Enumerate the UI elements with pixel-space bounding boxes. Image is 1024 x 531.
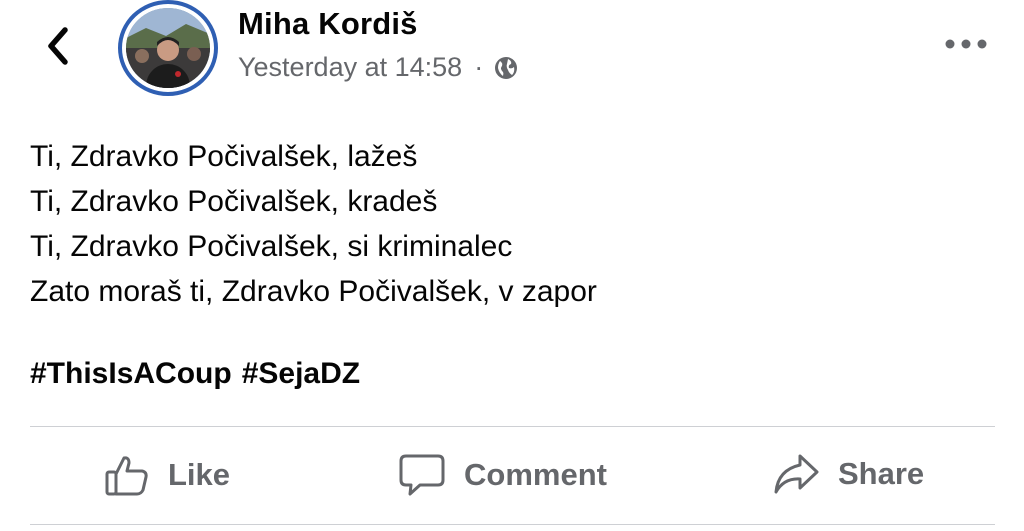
comment-button[interactable]: Comment: [398, 452, 607, 498]
post-text: Ti, Zdravko Počivalšek, lažeš Ti, Zdravk…: [30, 134, 990, 314]
avatar-photo: [126, 8, 210, 88]
hashtag-link[interactable]: #ThisIsACoup: [30, 357, 232, 391]
avatar[interactable]: [118, 0, 218, 96]
like-button[interactable]: Like: [104, 452, 230, 498]
like-label: Like: [168, 457, 231, 492]
share-button[interactable]: Share: [772, 452, 924, 496]
hashtag-link[interactable]: #SejaDZ: [242, 357, 360, 391]
meta-separator: ·: [474, 52, 484, 82]
back-button[interactable]: [38, 22, 78, 70]
comment-bubble-icon: [399, 454, 445, 496]
post-line: Zato moraš ti, Zdravko Počivalšek, v zap…: [30, 275, 597, 308]
hashtags: #ThisIsACoup #SejaDZ: [30, 357, 360, 391]
post-meta: Yesterday at 14:58 ·: [238, 52, 519, 83]
post-line: Ti, Zdravko Počivalšek, lažeš: [30, 140, 418, 173]
post-actions-bar: Like Comment Share: [30, 430, 995, 524]
share-arrow-icon: [774, 454, 819, 494]
more-options-button[interactable]: [938, 26, 994, 62]
thumbs-up-icon: [105, 456, 148, 496]
chevron-left-icon: [48, 27, 68, 65]
comment-label: Comment: [464, 457, 607, 492]
globe-icon: [495, 56, 518, 79]
actions-top-divider: [30, 426, 995, 427]
more-horizontal-icon: [945, 39, 987, 49]
post-view: Miha Kordiš Yesterday at 14:58 · Ti, Zdr…: [0, 0, 1024, 531]
post-line: Ti, Zdravko Počivalšek, si kriminalec: [30, 230, 513, 263]
actions-bottom-divider: [30, 524, 995, 525]
share-label: Share: [838, 456, 925, 491]
author-name[interactable]: Miha Kordiš: [238, 6, 418, 42]
post-line: Ti, Zdravko Počivalšek, kradeš: [30, 185, 438, 218]
post-timestamp[interactable]: Yesterday at 14:58: [238, 52, 462, 83]
